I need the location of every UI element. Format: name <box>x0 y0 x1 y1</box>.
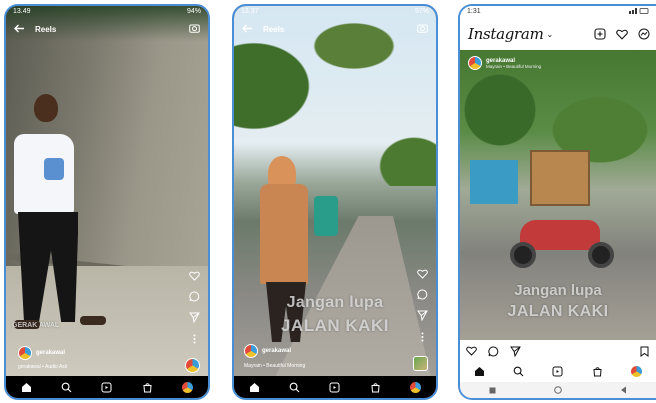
phone-reels-1: 13.49 94% Reels GERAK AWAL gerakawal ger… <box>4 4 210 400</box>
more-vertical-icon[interactable] <box>417 331 428 342</box>
camera-icon[interactable] <box>417 20 428 38</box>
camera-icon[interactable] <box>189 20 200 38</box>
status-battery: 97% <box>414 8 429 15</box>
chevron-down-icon[interactable]: ⌄ <box>547 30 554 39</box>
heart-icon[interactable] <box>616 28 628 40</box>
post-audio-label[interactable]: Mayrain • Beautiful Morning <box>486 64 541 69</box>
shop-icon[interactable] <box>591 365 603 377</box>
send-icon[interactable] <box>189 312 200 323</box>
bottom-nav <box>234 376 436 398</box>
username[interactable]: gerakawal <box>262 348 291 354</box>
status-time: 13.49 <box>13 8 31 15</box>
reel-video-1[interactable] <box>6 6 208 398</box>
post-action-bar <box>466 344 650 358</box>
reels-title: Reels <box>263 24 285 34</box>
shop-icon[interactable] <box>369 381 381 393</box>
status-bar: 1:31 <box>460 6 656 18</box>
screenshot-collage: 13.49 94% Reels GERAK AWAL gerakawal ger… <box>0 0 656 403</box>
home-icon[interactable] <box>248 381 260 393</box>
home-icon[interactable] <box>474 365 486 377</box>
username[interactable]: gerakawal <box>36 350 65 356</box>
status-bar: 13.49 94% <box>6 6 208 18</box>
status-time: 1:31 <box>467 8 481 15</box>
avatar[interactable] <box>244 344 258 358</box>
heart-icon[interactable] <box>189 270 200 281</box>
audio-thumbnail[interactable] <box>413 356 428 371</box>
overlay-text-line2: JALAN KAKI <box>507 303 609 320</box>
messenger-icon[interactable] <box>638 28 650 40</box>
instagram-logo[interactable]: Instagram <box>468 25 544 43</box>
instagram-header: Instagram ⌄ <box>460 18 656 50</box>
back-arrow-icon[interactable] <box>242 20 253 38</box>
post-user-row[interactable]: gerakawal Mayrain • Beautiful Morning <box>468 56 541 70</box>
reels-top-bar: Reels <box>242 20 428 38</box>
reel-actions <box>417 268 428 342</box>
home-button-icon[interactable] <box>554 381 562 398</box>
search-icon[interactable] <box>289 381 301 393</box>
heart-icon[interactable] <box>466 346 477 357</box>
home-icon[interactable] <box>20 381 32 393</box>
reels-icon[interactable] <box>329 381 341 393</box>
phone-instagram-feed: 1:31 Instagram ⌄ Jangan lupa JALAN KAKI … <box>458 4 656 400</box>
profile-icon[interactable] <box>410 381 422 393</box>
add-post-icon[interactable] <box>594 28 606 40</box>
video-watermark: GERAK AWAL <box>12 322 60 329</box>
status-bar: 13.37 97% <box>234 6 436 18</box>
system-nav-bar <box>460 382 656 398</box>
reel-user-row[interactable]: gerakawal <box>18 346 65 360</box>
comment-icon[interactable] <box>189 291 200 302</box>
overlay-text-line2: JALAN KAKI <box>281 316 389 335</box>
walking-man <box>6 94 116 354</box>
reels-top-bar: Reels <box>14 20 200 38</box>
reel-video-2[interactable] <box>234 6 436 398</box>
back-arrow-icon[interactable] <box>14 20 25 38</box>
shop-icon[interactable] <box>141 381 153 393</box>
overlay-text-line1: Jangan lupa <box>514 282 602 299</box>
profile-icon[interactable] <box>182 381 194 393</box>
more-vertical-icon[interactable] <box>189 333 200 344</box>
audio-thumbnail[interactable] <box>185 358 200 373</box>
send-icon[interactable] <box>417 310 428 321</box>
stall <box>530 150 590 206</box>
audio-label[interactable]: Mayrain • Beautiful Morning <box>244 363 305 369</box>
overlay-text-line1: Jangan lupa <box>286 294 384 311</box>
back-button-icon[interactable] <box>620 381 627 398</box>
search-icon[interactable] <box>61 381 73 393</box>
comment-icon[interactable] <box>417 289 428 300</box>
scooter <box>500 210 620 270</box>
bookmark-icon[interactable] <box>639 346 650 357</box>
bottom-nav <box>6 376 208 398</box>
audio-label[interactable]: gerakawal • Audio Asli <box>18 364 67 370</box>
reels-icon[interactable] <box>101 381 113 393</box>
search-icon[interactable] <box>513 365 525 377</box>
stall <box>470 160 518 204</box>
phone-reels-2: 13.37 97% Reels Jangan lupa JALAN KAKI g… <box>232 4 438 400</box>
profile-icon[interactable] <box>630 365 642 377</box>
heart-icon[interactable] <box>417 268 428 279</box>
reels-title: Reels <box>35 24 57 34</box>
status-time: 13.37 <box>241 8 259 15</box>
status-battery: 94% <box>186 8 201 15</box>
recents-icon[interactable] <box>489 381 496 398</box>
avatar[interactable] <box>468 56 482 70</box>
comment-icon[interactable] <box>488 345 499 357</box>
reel-actions <box>189 270 200 344</box>
status-icons <box>629 8 649 16</box>
send-icon[interactable] <box>510 346 521 357</box>
bottom-nav <box>460 360 656 382</box>
reels-icon[interactable] <box>552 365 564 377</box>
avatar[interactable] <box>18 346 32 360</box>
reel-user-row[interactable]: gerakawal <box>244 344 291 358</box>
feed-post-video[interactable]: Jangan lupa JALAN KAKI <box>460 50 656 340</box>
